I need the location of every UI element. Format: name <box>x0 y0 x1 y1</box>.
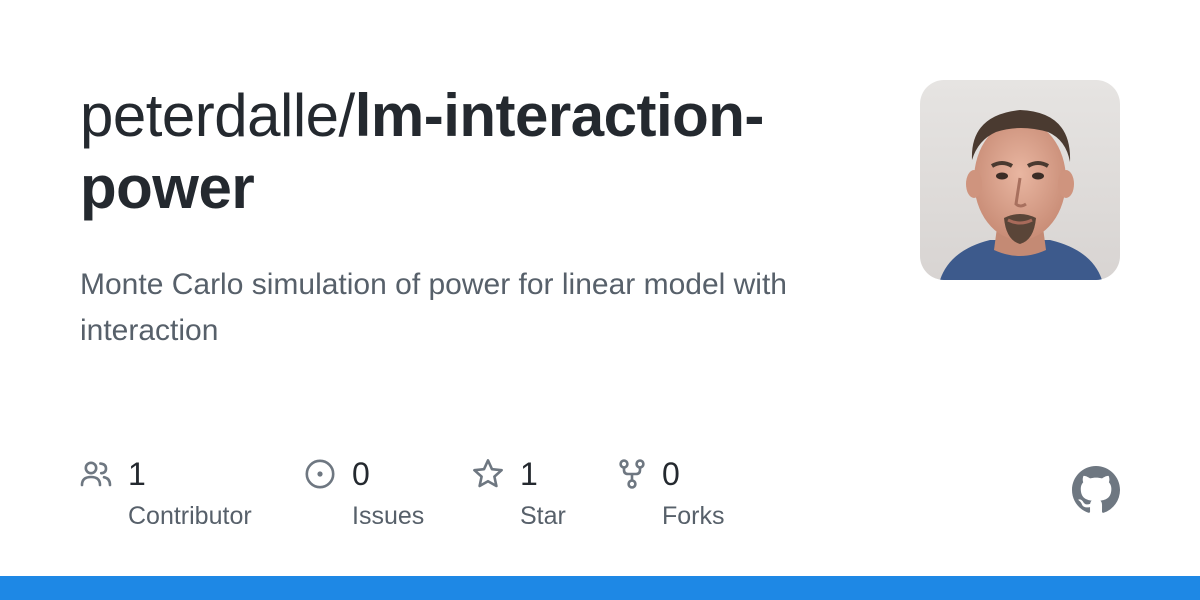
stars-label: Star <box>520 502 566 530</box>
avatar[interactable] <box>920 80 1120 280</box>
repo-description: Monte Carlo simulation of power for line… <box>80 268 787 347</box>
repo-owner[interactable]: peterdalle/ <box>80 82 355 149</box>
issues-count: 0 <box>352 456 370 492</box>
forks-label: Forks <box>662 502 725 530</box>
contributors-label: Contributor <box>128 502 252 530</box>
forks-count: 0 <box>662 456 680 492</box>
github-logo-icon[interactable] <box>1072 466 1120 514</box>
people-icon <box>80 461 112 487</box>
repo-title[interactable]: peterdalle/lm-interaction-power <box>80 80 860 224</box>
avatar-photo <box>920 80 1120 280</box>
repo-social-card: peterdalle/lm-interaction-power Monte Ca… <box>0 0 1200 600</box>
issues-label: Issues <box>352 502 425 530</box>
fork-icon <box>619 459 645 489</box>
contributors-count: 1 <box>128 456 146 492</box>
issue-icon <box>305 459 335 489</box>
stars-count: 1 <box>520 456 538 492</box>
star-icon <box>473 459 503 488</box>
language-bar <box>0 576 1200 600</box>
